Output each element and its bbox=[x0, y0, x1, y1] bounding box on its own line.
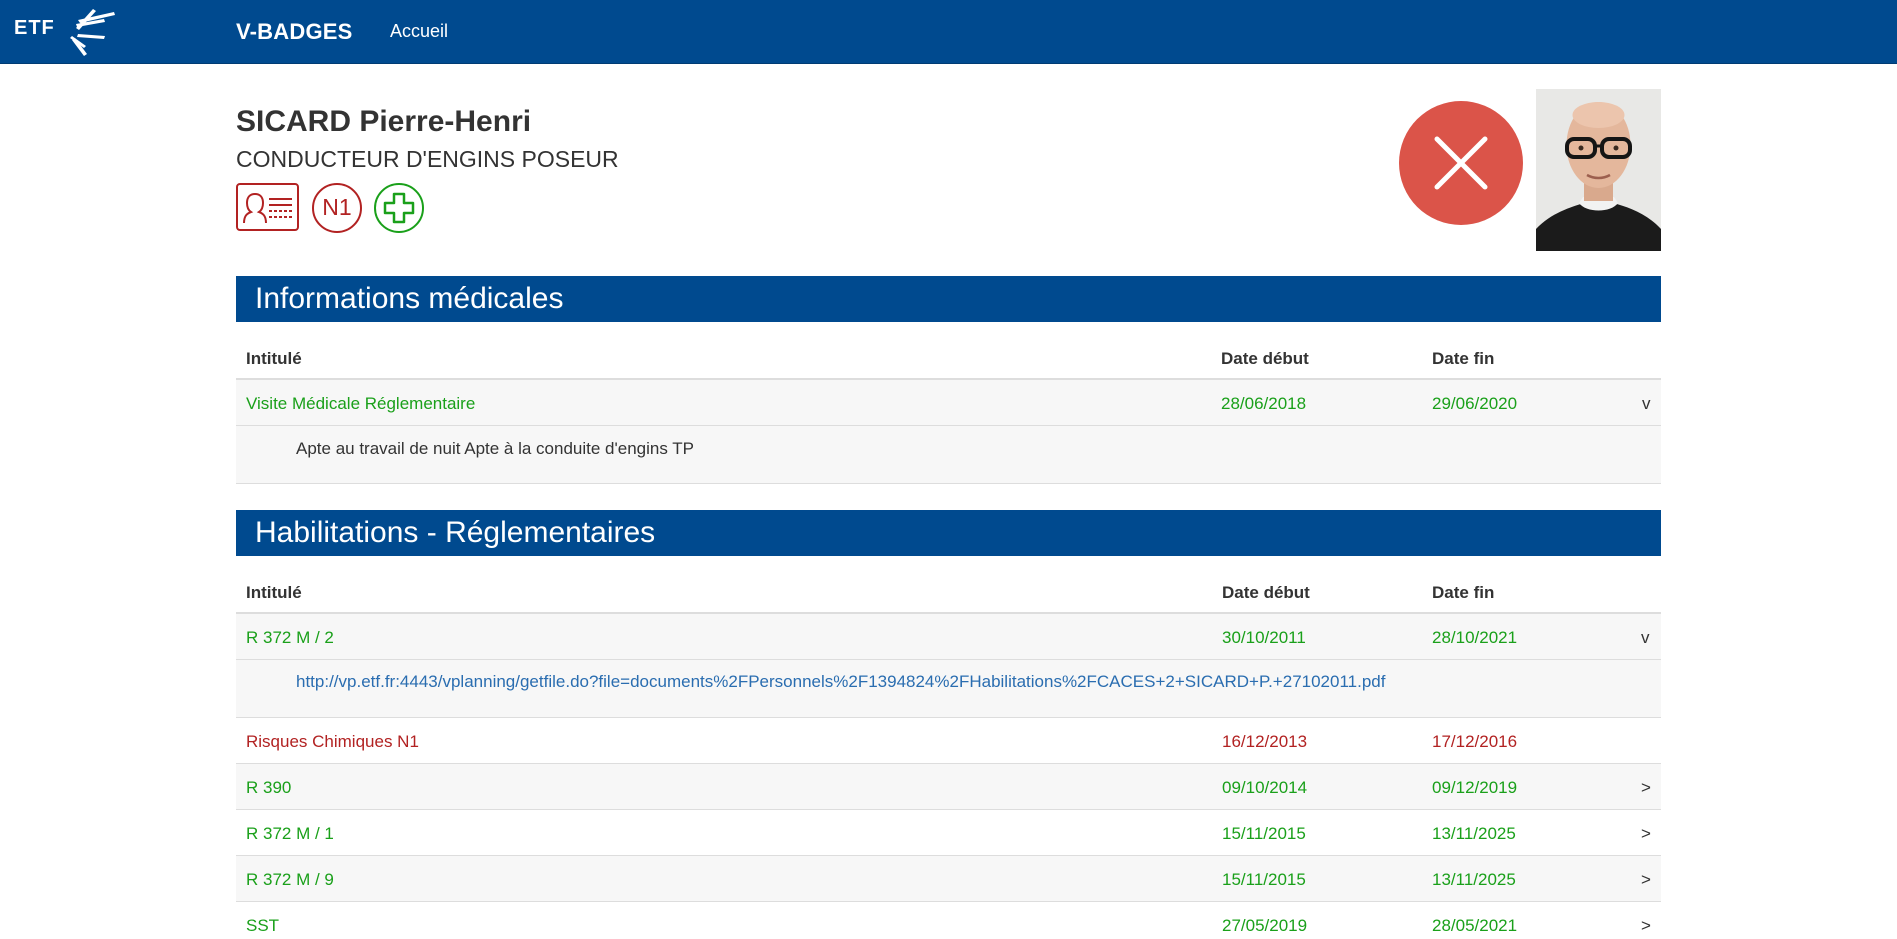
row-end-date: 17/12/2016 bbox=[1432, 732, 1518, 751]
column-end-date: Date fin bbox=[1432, 583, 1495, 602]
row-end-date: 28/10/2021 bbox=[1432, 628, 1518, 647]
medical-section: Informations médicales Intitulé Date déb… bbox=[236, 276, 1661, 484]
row-detail: http://vp.etf.fr:4443/vplanning/getfile.… bbox=[236, 660, 1661, 718]
row-detail: Apte au travail de nuit Apte à la condui… bbox=[236, 426, 1661, 484]
svg-text:ETF: ETF bbox=[14, 17, 55, 39]
expand-toggle[interactable]: > bbox=[1641, 778, 1651, 798]
row-label: R 372 M / 1 bbox=[246, 824, 334, 843]
document-link[interactable]: http://vp.etf.fr:4443/vplanning/getfile.… bbox=[296, 672, 1385, 692]
row-label: R 372 M / 2 bbox=[246, 628, 334, 647]
person-name: SICARD Pierre-Henri bbox=[236, 105, 532, 138]
table-row: Risques Chimiques N1 16/12/2013 17/12/20… bbox=[236, 718, 1661, 764]
row-detail-text: Apte au travail de nuit Apte à la condui… bbox=[296, 439, 694, 458]
person-photo bbox=[1536, 89, 1661, 251]
table-header: Intitulé Date début Date fin bbox=[236, 322, 1661, 380]
row-end-date: 28/05/2021 bbox=[1432, 916, 1518, 935]
column-start-date: Date début bbox=[1222, 583, 1310, 602]
id-card-icon bbox=[236, 183, 299, 231]
table-header: Intitulé Date début Date fin bbox=[236, 556, 1661, 614]
level-badge: N1 bbox=[312, 183, 362, 233]
table-row[interactable]: R 372 M / 9 15/11/2015 13/11/2025 > bbox=[236, 856, 1661, 902]
column-end-date: Date fin bbox=[1432, 349, 1495, 368]
top-navbar: ETF V-BADGES Accueil bbox=[0, 0, 1897, 64]
habilitations-section: Habilitations - Réglementaires Intitulé … bbox=[236, 510, 1661, 939]
section-title: Informations médicales bbox=[236, 276, 1661, 322]
row-start-date: 30/10/2011 bbox=[1222, 628, 1306, 647]
row-label: SST bbox=[246, 916, 280, 935]
collapse-toggle[interactable]: v bbox=[1641, 628, 1650, 648]
expand-toggle[interactable]: > bbox=[1641, 824, 1651, 844]
row-start-date: 09/10/2014 bbox=[1222, 778, 1308, 797]
table-row[interactable]: SST 27/05/2019 28/05/2021 > bbox=[236, 902, 1661, 939]
row-end-date: 09/12/2019 bbox=[1432, 778, 1518, 797]
row-end-date: 29/06/2020 bbox=[1432, 394, 1518, 413]
row-start-date: 27/05/2019 bbox=[1222, 916, 1308, 935]
row-end-date: 13/11/2025 bbox=[1432, 870, 1516, 889]
table-row[interactable]: R 390 09/10/2014 09/12/2019 > bbox=[236, 764, 1661, 810]
etf-logo[interactable]: ETF bbox=[14, 6, 124, 58]
person-role: CONDUCTEUR D'ENGINS POSEUR bbox=[236, 146, 619, 172]
row-start-date: 28/06/2018 bbox=[1221, 394, 1307, 413]
row-label: R 372 M / 9 bbox=[246, 870, 334, 889]
medical-cross-icon bbox=[374, 183, 424, 233]
column-title: Intitulé bbox=[246, 349, 302, 368]
nav-home-link[interactable]: Accueil bbox=[390, 21, 448, 42]
row-label: Visite Médicale Réglementaire bbox=[246, 394, 476, 413]
row-end-date: 13/11/2025 bbox=[1432, 824, 1516, 843]
expand-toggle[interactable]: > bbox=[1641, 916, 1651, 936]
close-icon bbox=[1434, 136, 1488, 190]
collapse-toggle[interactable]: v bbox=[1642, 394, 1651, 414]
column-title: Intitulé bbox=[246, 583, 302, 602]
row-start-date: 16/12/2013 bbox=[1222, 732, 1308, 751]
column-start-date: Date début bbox=[1221, 349, 1309, 368]
table-row[interactable]: Visite Médicale Réglementaire 28/06/2018… bbox=[236, 380, 1661, 426]
app-brand[interactable]: V-BADGES bbox=[236, 19, 353, 45]
invalid-status-indicator bbox=[1399, 101, 1523, 225]
row-label: Risques Chimiques N1 bbox=[246, 732, 419, 751]
section-title: Habilitations - Réglementaires bbox=[236, 510, 1661, 556]
row-start-date: 15/11/2015 bbox=[1222, 824, 1306, 843]
expand-toggle[interactable]: > bbox=[1641, 870, 1651, 890]
table-row[interactable]: R 372 M / 1 15/11/2015 13/11/2025 > bbox=[236, 810, 1661, 856]
row-start-date: 15/11/2015 bbox=[1222, 870, 1306, 889]
table-row[interactable]: R 372 M / 2 30/10/2011 28/10/2021 v bbox=[236, 614, 1661, 660]
row-label: R 390 bbox=[246, 778, 292, 797]
